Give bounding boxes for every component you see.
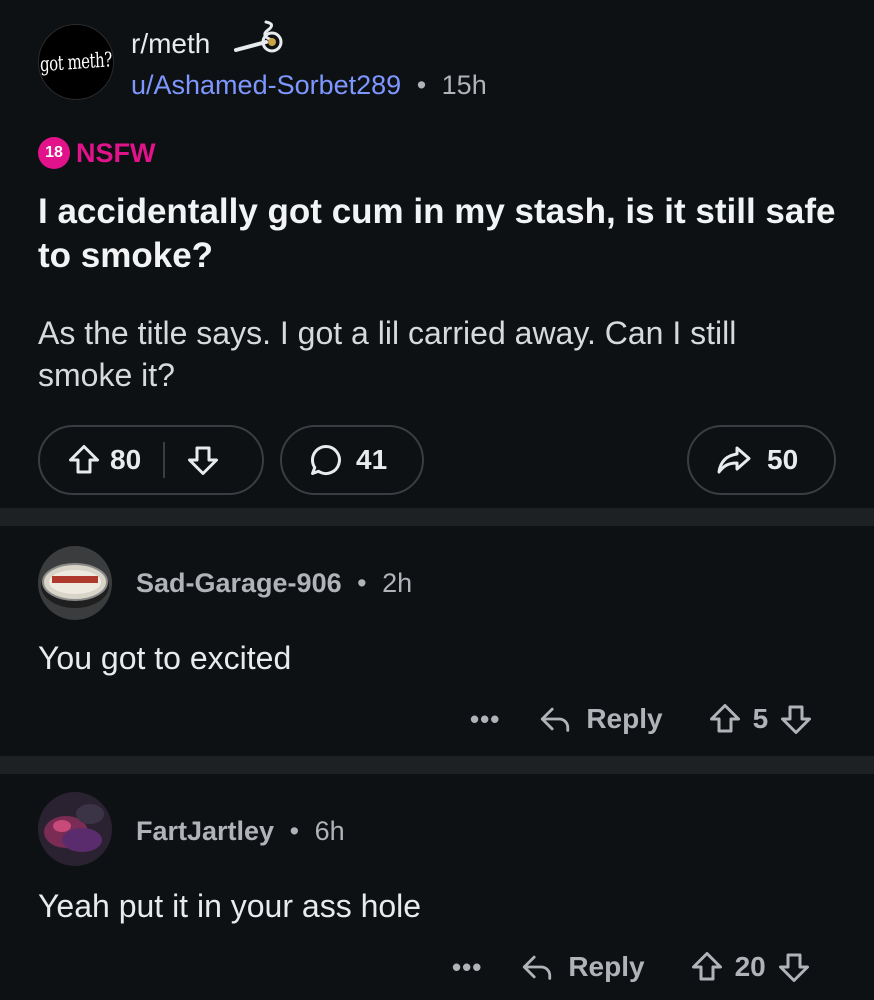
more-options-icon[interactable]: ••• [452, 952, 482, 983]
reply-button[interactable]: Reply [518, 950, 645, 984]
vote-bar: 80 [38, 425, 264, 495]
comment-upvote-button[interactable] [707, 701, 743, 737]
comment-meta: Sad-Garage-906 • 2h [136, 568, 412, 599]
downvote-icon [781, 705, 812, 734]
upvote-button[interactable] [66, 442, 102, 478]
more-options-icon[interactable]: ••• [470, 704, 500, 735]
comment-username[interactable]: Sad-Garage-906 [136, 568, 342, 598]
upvote-icon [691, 952, 722, 981]
reply-label: Reply [586, 703, 663, 734]
meta-separator: • [416, 70, 427, 100]
nsfw-18-badge: 18 [38, 137, 70, 169]
nsfw-tag: 18 NSFW [38, 137, 155, 169]
upvote-icon [69, 445, 99, 474]
post-author[interactable]: u/Ashamed-Sorbet289 [131, 70, 401, 100]
comment-downvote-button[interactable] [778, 701, 814, 737]
comment-count: 41 [356, 444, 388, 475]
comment-meta: FartJartley • 6h [136, 816, 345, 847]
post-meta: u/Ashamed-Sorbet289 • 15h [131, 70, 487, 101]
reply-icon [541, 707, 570, 732]
share-count: 50 [767, 444, 799, 475]
purple-avatar-image [38, 792, 112, 866]
subreddit-name[interactable]: r/meth [131, 28, 210, 60]
comment-vote-count: 20 [734, 951, 766, 982]
subreddit-avatar-text: got meth? [39, 47, 113, 77]
share-icon [717, 446, 751, 474]
downvote-icon [778, 953, 809, 982]
post-age: 15h [441, 70, 487, 100]
comment-text: You got to excited [38, 640, 292, 676]
comment-age: 2h [382, 568, 413, 598]
subreddit-avatar[interactable]: got meth? [38, 24, 114, 100]
comment-bubble-icon [311, 444, 341, 475]
reply-label: Reply [568, 951, 645, 982]
post-card: got meth? r/meth u/Ashamed-Sorbet289 • 1… [0, 0, 874, 508]
comment: Sad-Garage-906 • 2h You got to excited •… [0, 526, 874, 756]
comment-age: 6h [314, 816, 345, 846]
comment-vote-count: 5 [752, 703, 769, 734]
nsfw-label: NSFW [76, 137, 156, 168]
commenter-avatar[interactable] [38, 546, 112, 620]
post-title: I accidentally got cum in my stash, is i… [38, 192, 836, 275]
meta-separator: • [289, 816, 300, 846]
reply-icon [523, 955, 552, 980]
comments-button[interactable]: 41 [280, 425, 424, 495]
downvote-button[interactable] [185, 442, 221, 478]
comment-username[interactable]: FartJartley [136, 816, 274, 846]
comment-text: Yeah put it in your ass hole [38, 888, 422, 924]
share-button[interactable]: 50 [687, 425, 836, 495]
downvote-icon [188, 446, 219, 475]
commenter-avatar[interactable] [38, 792, 112, 866]
pipe-smoke-flair-icon [234, 20, 283, 53]
comment-downvote-button[interactable] [776, 949, 812, 985]
section-divider [0, 508, 874, 526]
comment: FartJartley • 6h Yeah put it in your ass… [0, 774, 874, 1000]
vote-divider [163, 442, 166, 478]
snuff-tin-avatar-image [38, 546, 112, 620]
reply-button[interactable]: Reply [536, 702, 663, 736]
section-divider [0, 756, 874, 774]
post-body: As the title says. I got a lil carried a… [38, 315, 737, 393]
upvote-icon [709, 704, 740, 733]
post-vote-count: 80 [110, 444, 142, 475]
meta-separator: • [357, 568, 367, 598]
comment-actions: ••• Reply 5 [470, 696, 814, 742]
comment-actions: ••• Reply 20 [452, 944, 812, 990]
comment-upvote-button[interactable] [689, 949, 725, 985]
